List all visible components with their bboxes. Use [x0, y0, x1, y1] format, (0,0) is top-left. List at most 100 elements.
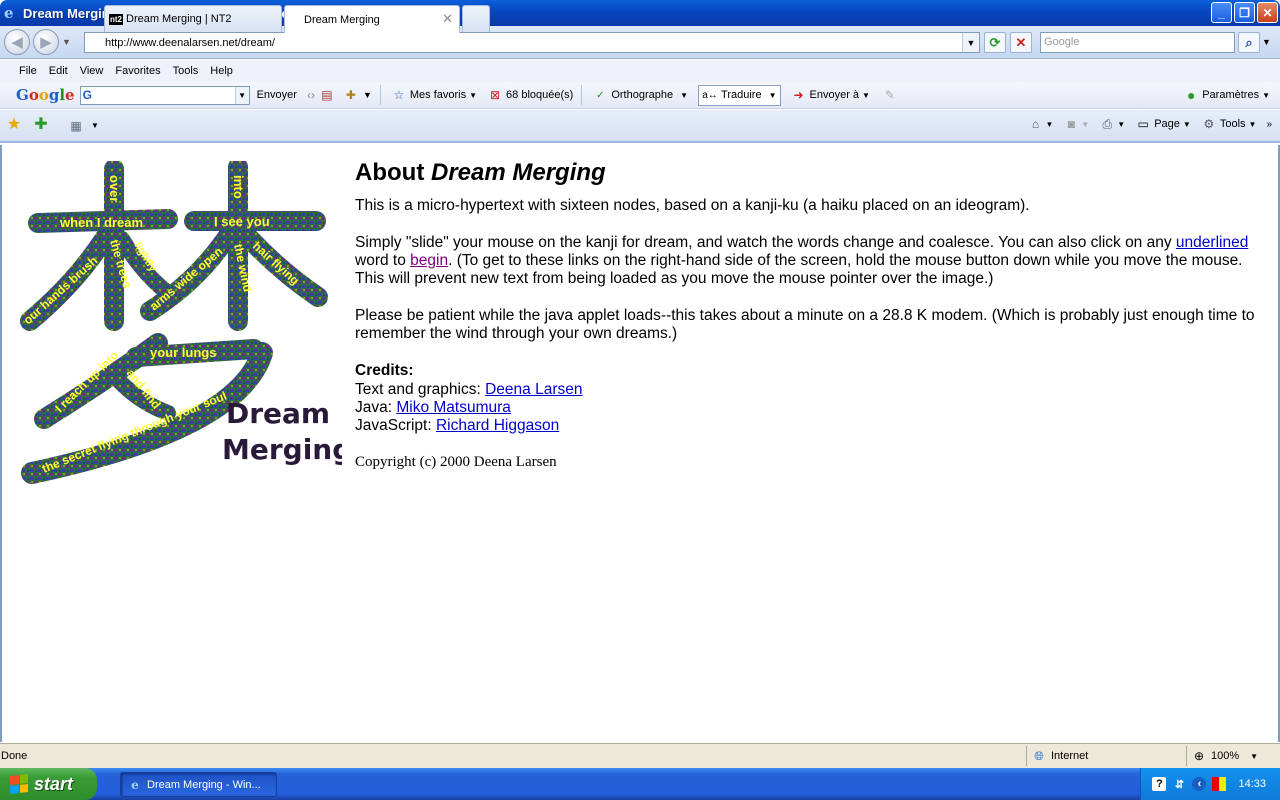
maximize-button[interactable]: ❐ — [1234, 2, 1255, 23]
refresh-button[interactable]: ⟳ — [984, 32, 1006, 53]
settings-dropdown-icon: ▼ — [1262, 90, 1270, 100]
page-menu-button[interactable]: ▭ Page ▼ — [1135, 116, 1191, 132]
tab-label: Dream Merging — [304, 13, 380, 26]
globe-icon: 🌐︎ — [1034, 748, 1044, 763]
send-to-dropdown-icon: ▼ — [862, 90, 870, 100]
zoom-dropdown-icon: ▼ — [1250, 751, 1258, 761]
zoom-control[interactable]: ⊕ 100% ▼ — [1186, 746, 1266, 766]
toolbar-arrows-icon[interactable]: ‹› — [303, 87, 319, 103]
recent-pages-dropdown-icon[interactable]: ▼ — [62, 37, 71, 47]
tools-menu-button[interactable]: ⚙ Tools ▼ — [1201, 116, 1256, 132]
print-dropdown-icon[interactable]: ▼ — [1117, 120, 1125, 129]
menu-file[interactable]: File — [19, 65, 37, 77]
send-to-icon: ➜ — [793, 88, 804, 102]
windows-logo-icon — [10, 774, 28, 794]
menu-help[interactable]: Help — [210, 65, 233, 77]
kanji-word[interactable]: hair flying — [250, 239, 302, 288]
page-title: About Dream Merging — [355, 161, 1255, 185]
start-button[interactable]: start — [0, 768, 97, 800]
page-icon: ▭ — [1137, 117, 1149, 131]
menu-edit[interactable]: Edit — [49, 65, 68, 77]
instructions-paragraph: Simply "slide" your mouse on the kanji f… — [355, 234, 1255, 288]
tools-label: Tools — [1219, 118, 1246, 130]
popup-blocker-button[interactable]: ⊠ 68 bloquée(s) — [487, 87, 573, 103]
dream-kanji-image[interactable]: when I dream I see you over into our han… — [18, 161, 342, 485]
search-options-icon[interactable]: ▼ — [1262, 37, 1271, 47]
ie-icon: e — [131, 777, 139, 792]
gear-icon: ⚙ — [1203, 117, 1215, 131]
google-search-dropdown-icon[interactable]: ▼ — [234, 86, 249, 104]
address-dropdown-icon[interactable]: ▼ — [962, 33, 979, 52]
highlighter-icon[interactable]: ✎ — [882, 87, 898, 103]
feeds-dropdown-icon[interactable]: ▼ — [1081, 120, 1089, 129]
stop-button[interactable]: ✕ — [1010, 32, 1032, 53]
puzzle-icon[interactable]: ✚ — [343, 87, 359, 103]
google-send-button[interactable]: Envoyer — [257, 89, 297, 101]
credits-heading: Credits: — [355, 362, 414, 379]
underlined-link[interactable]: underlined — [1176, 234, 1248, 251]
menu-favorites[interactable]: Favorites — [115, 65, 160, 77]
close-button[interactable]: ✕ — [1257, 2, 1278, 23]
translate-button[interactable]: a↔ Traduire ▼ — [698, 84, 781, 106]
bookmarks-label: Mes favoris — [409, 89, 467, 101]
spellcheck-icon: ✓ — [596, 89, 605, 101]
begin-link[interactable]: begin — [410, 252, 448, 269]
tab-label: Dream Merging | NT2 — [126, 13, 232, 25]
kanji-word[interactable]: your lungs — [150, 345, 216, 360]
credit-link-miko-matsumura[interactable]: Miko Matsumura — [396, 399, 511, 416]
tab-dream-merging-nt2[interactable]: nt2 Dream Merging | NT2 — [104, 5, 282, 32]
kanji-word[interactable]: I see you — [214, 214, 270, 229]
popup-blocked-label: 68 bloquée(s) — [506, 89, 574, 101]
menu-tools[interactable]: Tools — [173, 65, 199, 77]
search-button[interactable]: ⌕ — [1238, 32, 1260, 53]
back-button[interactable]: ◀ — [4, 29, 30, 55]
language-flag-icon[interactable] — [1212, 777, 1227, 791]
heading-emphasis: Dream Merging — [430, 159, 606, 186]
toolbar-separator — [379, 85, 381, 105]
google-search-input[interactable]: G ▼ — [79, 85, 250, 105]
quick-tabs-icon[interactable]: ▦ — [68, 118, 84, 134]
feeds-icon[interactable]: ◙ — [1063, 116, 1079, 132]
news-icon[interactable]: ▤ — [319, 87, 335, 103]
credit-link-deena-larsen[interactable]: Deena Larsen — [485, 381, 582, 398]
taskbar-window-button[interactable]: e Dream Merging - Win... — [120, 772, 277, 797]
search-input[interactable]: Google — [1040, 32, 1235, 53]
puzzle-dropdown-icon[interactable]: ▼ — [363, 90, 372, 100]
tab-list-dropdown-icon[interactable]: ▼ — [91, 121, 99, 130]
security-zone[interactable]: 🌐︎ Internet — [1026, 746, 1176, 766]
home-dropdown-icon[interactable]: ▼ — [1045, 120, 1053, 129]
kanji-word[interactable]: into — [231, 175, 246, 199]
network-icon[interactable]: ⇵ — [1172, 777, 1186, 791]
help-icon[interactable]: ? — [1152, 777, 1167, 791]
kanji-word[interactable]: over — [107, 175, 122, 202]
google-search-text: G — [82, 87, 92, 102]
credits-section: Credits: Text and graphics: Deena Larsen… — [355, 362, 1255, 435]
kanji-word[interactable]: our hands brush — [21, 253, 101, 327]
bookmarks-button[interactable]: ☆ Mes favoris ▼ — [391, 87, 477, 103]
forward-button[interactable]: ▶ — [33, 29, 59, 55]
favorites-star-icon[interactable]: ★ — [6, 116, 22, 133]
new-tab-button[interactable] — [462, 5, 490, 32]
credit-link-richard-higgason[interactable]: Richard Higgason — [436, 417, 559, 434]
tab-dream-merging[interactable]: Dream Merging ✕ — [284, 5, 460, 33]
address-bar[interactable]: http://www.deenalarsen.net/dream/ ▼ — [84, 32, 980, 53]
copyright: Copyright (c) 2000 Deena Larsen — [355, 454, 557, 470]
settings-button[interactable]: ● Paramètres ▼ — [1183, 87, 1270, 103]
minimize-button[interactable]: _ — [1211, 2, 1232, 23]
send-to-label: Envoyer à — [809, 89, 860, 101]
more-commands-icon[interactable]: » — [1266, 119, 1272, 130]
spellcheck-button[interactable]: ✓ Orthographe ▼ — [592, 87, 688, 103]
credit-role: JavaScript: — [355, 417, 436, 434]
add-favorites-icon[interactable]: ✚ — [33, 116, 49, 133]
kanji-word[interactable]: when I dream — [59, 215, 143, 230]
spellcheck-label: Orthographe — [611, 89, 674, 101]
menu-view[interactable]: View — [80, 65, 104, 77]
loading-note-paragraph: Please be patient while the java applet … — [355, 307, 1255, 342]
home-icon[interactable]: ⌂ — [1027, 116, 1043, 132]
close-tab-icon[interactable]: ✕ — [442, 11, 453, 27]
translate-dropdown-icon: ▼ — [768, 90, 777, 100]
chevron-left-icon[interactable]: ‹ — [1192, 777, 1207, 791]
print-icon[interactable]: ⎙ — [1099, 116, 1115, 132]
kanji-title-line1: Dream — [226, 397, 330, 430]
send-to-button[interactable]: ➜ Envoyer à ▼ — [791, 87, 870, 103]
